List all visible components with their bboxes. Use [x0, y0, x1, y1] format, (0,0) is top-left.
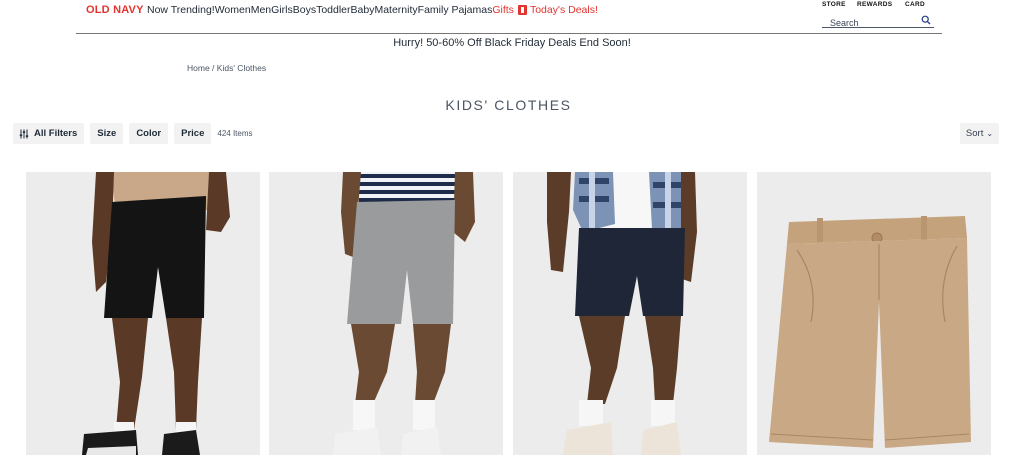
- all-filters-button[interactable]: All Filters: [13, 123, 85, 144]
- nav-item-toddler[interactable]: Toddler: [316, 4, 350, 16]
- old-navy-logo[interactable]: OLD NAVY: [86, 4, 144, 16]
- product-card[interactable]: [26, 172, 260, 455]
- item-count: 424 Items: [217, 129, 253, 138]
- product-card[interactable]: [269, 172, 503, 455]
- product-image[interactable]: [269, 172, 503, 455]
- rewards-link[interactable]: REWARDS: [857, 1, 892, 8]
- nav-item-gifts[interactable]: Gifts: [492, 4, 514, 16]
- product-card[interactable]: [513, 172, 747, 455]
- todays-deals-label: Today's Deals!: [529, 4, 598, 16]
- filter-sliders-icon: [19, 129, 29, 138]
- price-filter-button[interactable]: Price: [174, 123, 212, 144]
- breadcrumb-current: Kids' Clothes: [216, 63, 267, 73]
- main-nav: Now Trending! Women Men Girls Boys Toddl…: [147, 4, 598, 16]
- card-link[interactable]: CARD: [905, 1, 925, 8]
- product-image[interactable]: [513, 172, 747, 455]
- color-filter-button[interactable]: Color: [129, 123, 169, 144]
- nav-item-boys[interactable]: Boys: [293, 4, 316, 16]
- product-image[interactable]: [757, 172, 991, 455]
- header-divider: [76, 33, 942, 34]
- sort-dropdown[interactable]: Sort ⌄: [960, 123, 999, 144]
- deals-tag-icon: [517, 5, 527, 15]
- nav-item-maternity[interactable]: Maternity: [374, 4, 417, 16]
- breadcrumb-home[interactable]: Home: [187, 63, 210, 73]
- page-title: KIDS' CLOTHES: [445, 97, 572, 113]
- nav-item-girls[interactable]: Girls: [271, 4, 293, 16]
- nav-item-family-pajamas[interactable]: Family Pajamas: [418, 4, 493, 16]
- product-card[interactable]: [757, 172, 991, 455]
- search-icon[interactable]: [921, 15, 931, 25]
- size-filter-button[interactable]: Size: [90, 123, 124, 144]
- store-link[interactable]: STORE: [822, 1, 846, 8]
- nav-item-women[interactable]: Women: [215, 4, 251, 16]
- search-bar: [822, 13, 934, 30]
- nav-item-men[interactable]: Men: [251, 4, 271, 16]
- breadcrumb-separator: /: [209, 63, 217, 73]
- nav-item-todays-deals[interactable]: Today's Deals!: [517, 4, 598, 16]
- chevron-down-icon: ⌄: [986, 129, 994, 138]
- nav-item-now-trending[interactable]: Now Trending!: [147, 4, 215, 16]
- all-filters-label: All Filters: [34, 128, 78, 139]
- sort-label: Sort: [965, 128, 984, 139]
- product-image[interactable]: [26, 172, 260, 455]
- filter-bar: All Filters Size Color Price 424 Items: [13, 123, 253, 144]
- breadcrumb: Home / Kids' Clothes: [187, 63, 266, 73]
- promo-banner[interactable]: Hurry! 50-60% Off Black Friday Deals End…: [0, 37, 1024, 49]
- nav-item-baby[interactable]: Baby: [351, 4, 375, 16]
- search-input[interactable]: [822, 16, 912, 30]
